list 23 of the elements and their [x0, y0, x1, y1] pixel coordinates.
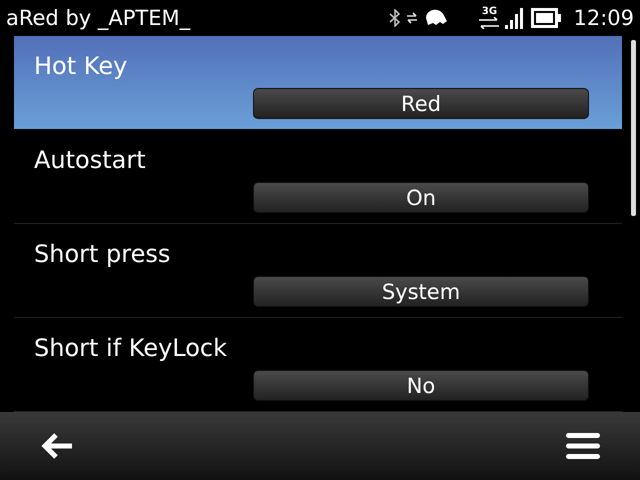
setting-label: Short if KeyLock	[34, 334, 228, 362]
settings-row[interactable]: Short if KeyLock No	[14, 318, 622, 412]
signal-icon	[505, 7, 526, 29]
settings-row[interactable]: Hot Key Red	[14, 36, 622, 130]
setting-label: Autostart	[34, 146, 146, 174]
setting-value-button[interactable]: No	[253, 370, 589, 401]
clock: 12:09	[573, 6, 634, 30]
setting-label: Short press	[34, 240, 170, 268]
scrollbar-thumb[interactable]	[630, 40, 636, 216]
setting-value-button[interactable]: System	[253, 276, 589, 307]
battery-icon	[531, 8, 562, 28]
data-arrows-icon	[479, 17, 500, 29]
settings-row[interactable]: Short press System	[14, 224, 622, 318]
setting-value-button[interactable]: Red	[253, 88, 589, 119]
network-label: 3G	[482, 7, 498, 17]
app-title: aRed by _APTEM_	[6, 6, 192, 30]
back-button[interactable]	[40, 432, 74, 460]
settings-row[interactable]: Autostart On	[14, 130, 622, 224]
setting-label: Hot Key	[34, 52, 128, 80]
bluetooth-icon	[389, 9, 402, 27]
menu-button[interactable]	[566, 432, 600, 460]
arrows-icon	[407, 12, 418, 24]
setting-value-button[interactable]: On	[253, 182, 589, 213]
